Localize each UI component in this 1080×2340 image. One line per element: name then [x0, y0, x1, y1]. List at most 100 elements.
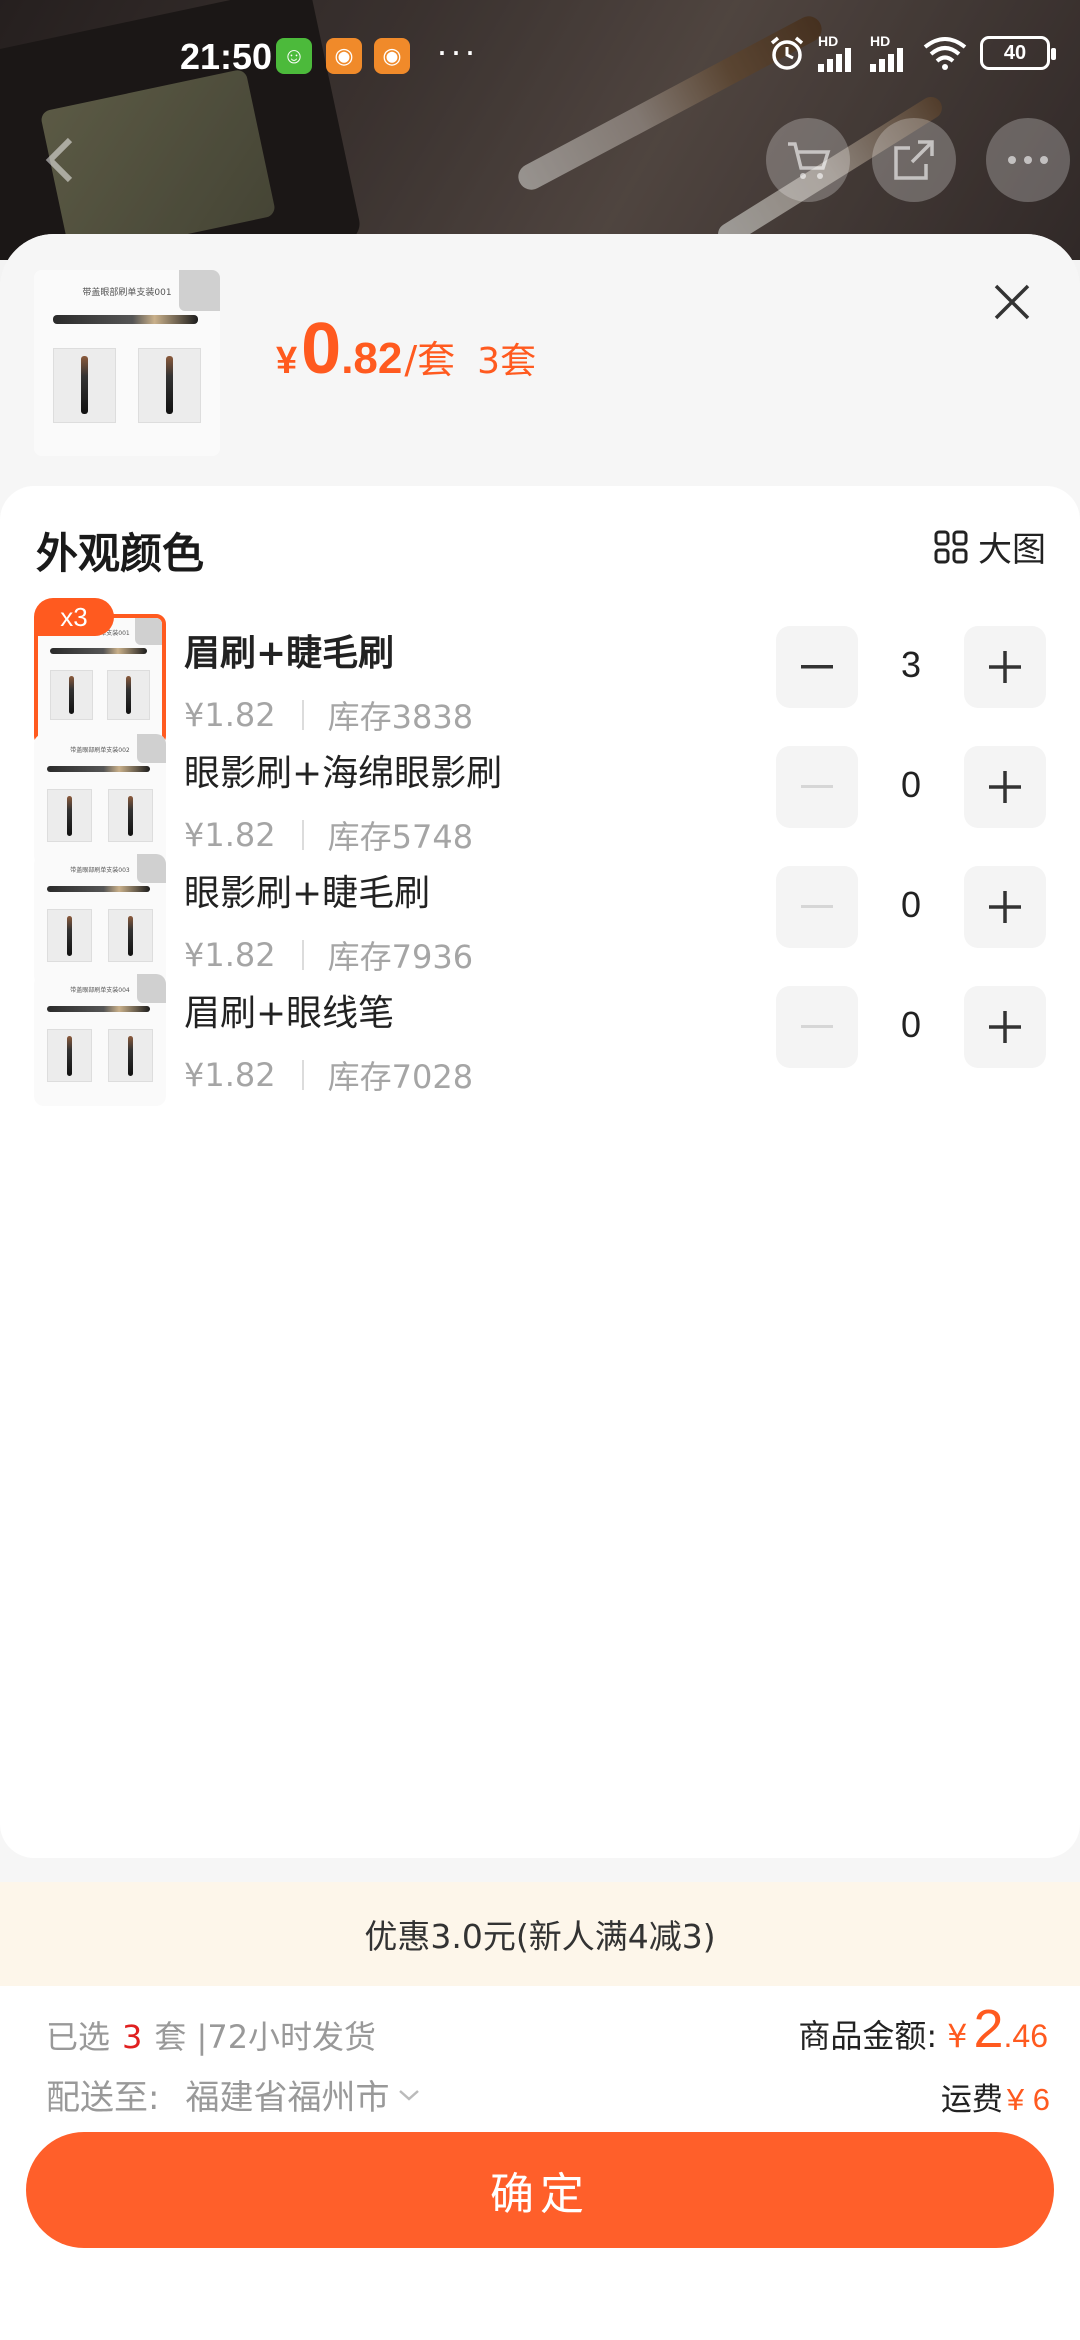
- variant-name: 眼影刷+海绵眼影刷: [184, 753, 503, 794]
- big-image-label: 大图: [978, 530, 1046, 570]
- more-icon: [1008, 156, 1048, 164]
- quantity-stepper: 3: [776, 626, 1046, 708]
- quantity-value[interactable]: 0: [858, 884, 964, 926]
- expand-icon: [136, 734, 166, 764]
- share-icon: [894, 140, 934, 180]
- increase-button[interactable]: [964, 626, 1046, 708]
- signal-icon: [818, 48, 851, 72]
- freight: 运费 ¥ 6: [941, 2074, 1050, 2119]
- confirm-button[interactable]: 确定: [26, 2132, 1054, 2248]
- expand-icon: [136, 974, 166, 1004]
- variant-thumbnail[interactable]: 带盖眼部刷单支装004: [34, 974, 166, 1106]
- ship-label: 配送至:: [46, 2078, 160, 2118]
- big-image-toggle[interactable]: 大图: [934, 522, 1046, 571]
- cart-button[interactable]: [766, 118, 850, 202]
- decrease-button[interactable]: [776, 746, 858, 828]
- back-button[interactable]: [36, 130, 84, 190]
- status-indicators: HD HD 40: [768, 33, 1056, 72]
- promo-bar: 优惠3.0元(新人满4减3): [0, 1882, 1080, 1986]
- increase-button[interactable]: [964, 866, 1046, 948]
- selection-summary: 已选 3 套 |72小时发货: [46, 2012, 376, 2058]
- minus-icon: [801, 785, 833, 788]
- variant-stock: 库存7028: [327, 1058, 474, 1096]
- share-button[interactable]: [872, 118, 956, 202]
- minus-icon: [801, 1025, 833, 1028]
- variant-row[interactable]: 带盖眼部刷单支装004 眉刷+眼线笔 ¥1.82 库存7028 0: [0, 964, 1080, 1114]
- unit-price: ¥ 0 .82 /套 3套: [276, 308, 536, 390]
- grid-icon: [934, 530, 968, 563]
- minus-icon: [801, 665, 833, 669]
- signal-icon-2: [870, 48, 903, 72]
- uc-browser-icon: ◉: [326, 38, 362, 74]
- chevron-left-icon: [45, 137, 73, 183]
- shipping-destination[interactable]: 配送至: 福建省福州市: [46, 2070, 421, 2119]
- variant-name: 眉刷+眼线笔: [184, 993, 395, 1034]
- chevron-down-icon: [399, 2089, 420, 2101]
- goods-total: 商品金额: ¥ 2 .46: [798, 1998, 1048, 2060]
- variant-meta: ¥1.82 库存7028: [184, 1052, 473, 1098]
- promo-text: 优惠3.0元(新人满4减3): [364, 1917, 716, 1956]
- section-title: 外观颜色: [36, 529, 205, 578]
- price-unit: /套: [404, 338, 456, 382]
- divider: [301, 1060, 304, 1090]
- uc-browser-icon-2: ◉: [374, 38, 410, 74]
- variant-panel: 外观颜色 大图 x3 带盖眼部刷单支装001 眉刷: [0, 486, 1080, 1858]
- total-integer: 2: [973, 1999, 1004, 2059]
- quantity-stepper: 0: [776, 866, 1046, 948]
- freight-value: ¥ 6: [1006, 2082, 1050, 2117]
- product-thumbnail[interactable]: 带盖眼部刷单支装001: [34, 270, 220, 456]
- currency-symbol: ¥: [276, 340, 298, 382]
- status-time: 21:50: [180, 36, 273, 77]
- app-notification-icon: ☺: [276, 38, 312, 74]
- selected-count-badge: x3: [34, 598, 114, 636]
- total-decimal: .46: [1003, 2018, 1048, 2054]
- alarm-icon: [770, 36, 804, 70]
- quantity-value[interactable]: 0: [858, 1004, 964, 1046]
- close-icon: [994, 284, 1030, 320]
- hd-label: HD: [818, 33, 839, 49]
- total-label: 商品金额:: [798, 2017, 938, 2055]
- increase-button[interactable]: [964, 986, 1046, 1068]
- variant-price: ¥1.82: [184, 1056, 276, 1094]
- minus-icon: [801, 905, 833, 908]
- price-integer: 0: [301, 309, 342, 389]
- increase-button[interactable]: [964, 746, 1046, 828]
- expand-icon: [134, 618, 162, 646]
- checkout-footer: 已选 3 套 |72小时发货 配送至: 福建省福州市 商品金额: ¥ 2 .46…: [0, 1986, 1080, 2340]
- more-notifications-icon: ···: [436, 30, 478, 71]
- quantity-stepper: 0: [776, 986, 1046, 1068]
- variant-name: 眼影刷+睫毛刷: [184, 873, 431, 914]
- price-decimal: .82: [341, 334, 403, 383]
- selected-count: 3: [122, 2018, 143, 2056]
- selected-suffix: 套 |72小时发货: [154, 2018, 377, 2056]
- freight-label: 运费: [940, 2082, 1003, 2118]
- close-button[interactable]: [990, 280, 1034, 324]
- battery-level: 40: [1003, 41, 1027, 64]
- status-bar: 21:50 ☺ ◉ ◉ ··· HD HD 40: [0, 0, 1080, 120]
- cart-icon: [788, 142, 831, 179]
- expand-icon: [136, 854, 166, 884]
- decrease-button[interactable]: [776, 626, 858, 708]
- plus-icon: [989, 651, 1021, 683]
- decrease-button[interactable]: [776, 986, 858, 1068]
- variant-image: 带盖眼部刷单支装004: [34, 974, 166, 1106]
- decrease-button[interactable]: [776, 866, 858, 948]
- sheet-header: 带盖眼部刷单支装001 ¥ 0 .82 /套 3套: [0, 234, 1080, 484]
- plus-icon: [989, 1011, 1021, 1043]
- expand-icon: [179, 270, 220, 311]
- ship-region: 福建省福州市: [185, 2078, 390, 2118]
- more-button[interactable]: [986, 118, 1070, 202]
- plus-icon: [989, 771, 1021, 803]
- wifi-icon: [923, 37, 967, 70]
- selected-quantity: 3套: [477, 341, 537, 382]
- hd-label-2: HD: [870, 33, 891, 49]
- signal-1: HD: [818, 34, 858, 72]
- battery-indicator: 40: [980, 36, 1056, 70]
- quantity-stepper: 0: [776, 746, 1046, 828]
- variant-name: 眉刷+睫毛刷: [184, 633, 395, 674]
- total-currency: ¥: [947, 2017, 968, 2055]
- quantity-value[interactable]: 3: [858, 644, 964, 686]
- quantity-value[interactable]: 0: [858, 764, 964, 806]
- selected-prefix: 已选: [46, 2018, 111, 2056]
- plus-icon: [989, 891, 1021, 923]
